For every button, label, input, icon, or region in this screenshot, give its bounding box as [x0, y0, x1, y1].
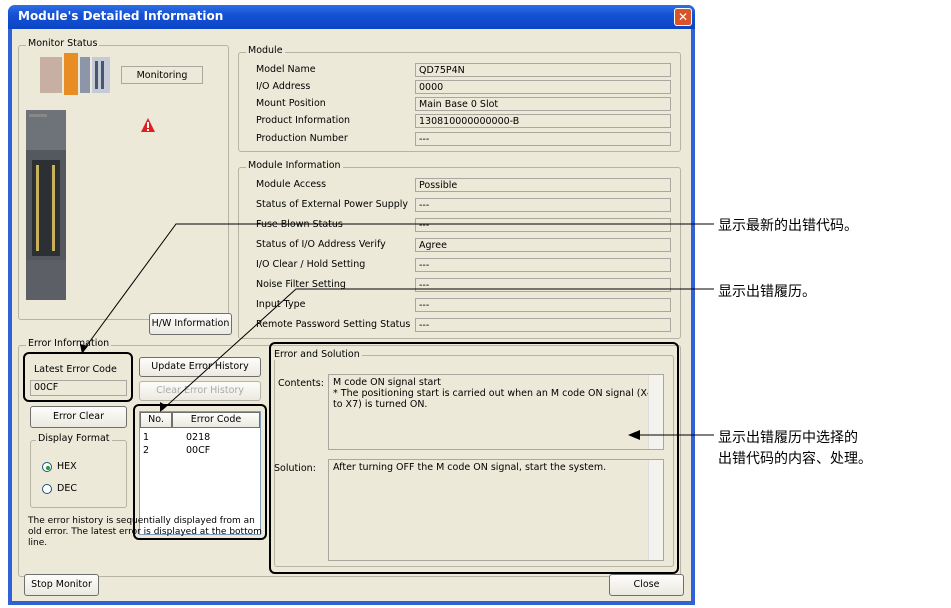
annotation-error-history: 显示出错履历。 [718, 284, 816, 300]
annotation-latest-error: 显示最新的出错代码。 [718, 218, 858, 234]
annotation-error-detail-line1: 显示出错履历中选择的 [718, 430, 858, 446]
annotation-arrows [80, 223, 714, 440]
annotation-error-detail-line2: 出错代码的内容、处理。 [718, 451, 872, 467]
